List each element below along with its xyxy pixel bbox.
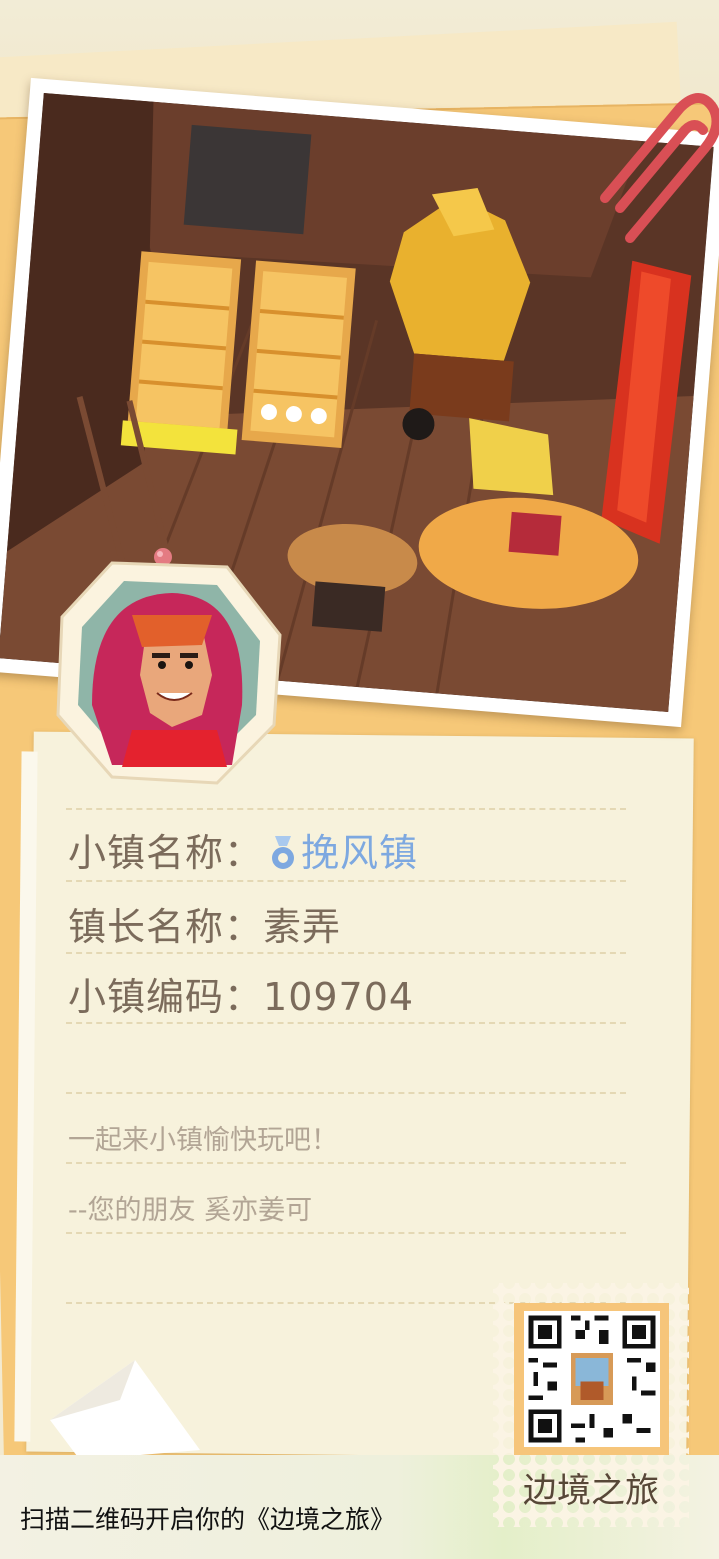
mayor-label: 镇长名称： [68, 905, 264, 949]
mayor-row: 镇长名称：素弄 [68, 896, 341, 956]
signature: --您的朋友 奚亦姜可 [68, 1195, 313, 1226]
town-code-label: 小镇编码： [68, 975, 264, 1019]
mayor-avatar[interactable] [52, 555, 284, 787]
divider-line [66, 1092, 626, 1094]
divider-line [66, 952, 626, 954]
divider-line [66, 1162, 626, 1164]
paper-clip-icon [600, 93, 719, 243]
town-code-value: 109704 [263, 975, 415, 1019]
divider-line [66, 880, 626, 882]
stamp-label: 边境之旅 [523, 1471, 659, 1511]
invite-message: 一起来小镇愉快玩吧！ [68, 1125, 338, 1156]
avatar-portrait [56, 561, 282, 785]
divider-line [66, 1022, 626, 1024]
divider-line [66, 808, 626, 810]
town-name-value[interactable]: 挽风镇 [301, 831, 418, 875]
town-name-row: 小镇名称： 挽风镇 [68, 822, 418, 882]
paper-fold-corner [50, 1360, 200, 1460]
mayor-value: 素弄 [263, 905, 342, 949]
qr-code[interactable] [524, 1311, 660, 1447]
town-code-row: 小镇编码：109704 [68, 966, 414, 1026]
town-name-label: 小镇名称： [68, 831, 264, 875]
location-pin-icon [272, 836, 295, 869]
divider-line [66, 1232, 626, 1234]
scan-qr-text: 扫描二维码开启你的《边境之旅》 [20, 1505, 396, 1534]
